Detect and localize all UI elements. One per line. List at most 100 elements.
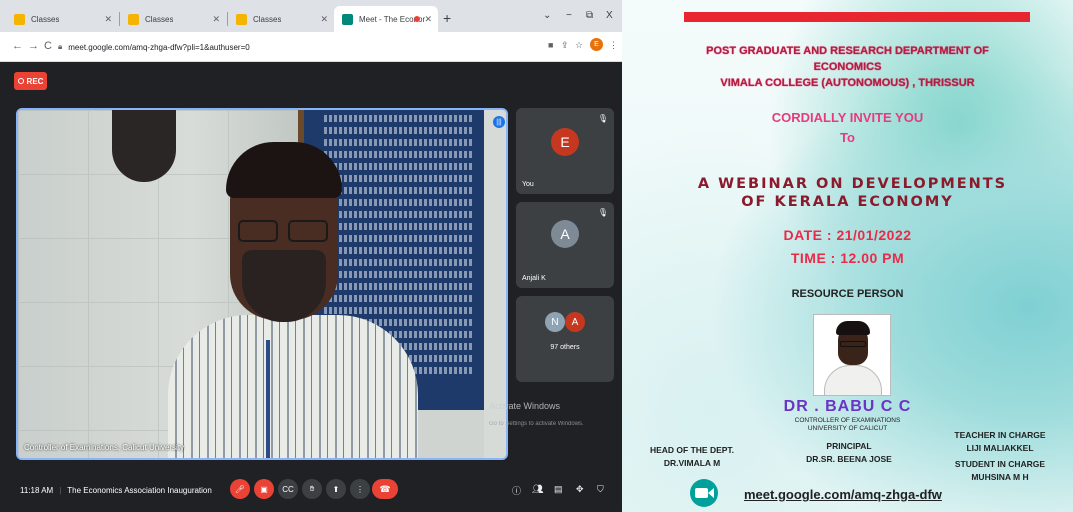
meet-link[interactable]: meet.google.com/amq-zhga-dfw (744, 487, 942, 502)
camera-icon[interactable]: ■ (548, 40, 553, 50)
speaker-name: DR . BABU C C (783, 398, 912, 415)
meet-icon (342, 13, 353, 25)
speaker-role-1: CONTROLLER OF EXAMINATIONS (794, 417, 901, 424)
activate-windows-watermark: Activate Windows (489, 401, 561, 411)
hod-credit: HEAD OF THE DEPT. DR.VIMALA M (632, 444, 752, 470)
profile-avatar[interactable]: E (590, 38, 603, 51)
hod-name: DR.VIMALA M (663, 458, 721, 468)
close-window-button[interactable]: X (606, 10, 613, 21)
classroom-icon (14, 13, 25, 25)
url-field[interactable]: 🔒︎ meet.google.com/amq-zhga-dfw?pli=1&au… (58, 38, 518, 56)
close-icon[interactable]: ✕ (424, 14, 432, 25)
participant-name: You (522, 181, 534, 188)
restore-button[interactable]: ⧉ (586, 10, 593, 21)
participant-tile-anjali[interactable]: A 🎙︎ Anjali K (516, 202, 614, 288)
camera-off-button[interactable]: ▣ (254, 479, 274, 499)
back-button[interactable]: ← (12, 40, 23, 52)
lock-icon: 🔒︎ (58, 42, 63, 51)
forward-button[interactable]: → (28, 40, 39, 52)
recording-badge: REC (14, 72, 47, 90)
present-icon: ⬆ (332, 484, 340, 494)
tab-title: Classes (253, 14, 282, 24)
bookmark-star-icon[interactable]: ☆ (575, 40, 583, 51)
leave-call-button[interactable]: ☎︎ (372, 479, 398, 499)
main-speaker-tile[interactable]: Controller of Examinations, Calicut Univ… (16, 108, 508, 460)
mic-muted-icon: 🎙︎ (597, 114, 608, 123)
participant-name: Anjali K (522, 275, 546, 282)
camera-off-icon: ▣ (260, 484, 268, 494)
minimize-button[interactable]: − (566, 10, 572, 21)
hand-icon: ✋︎ (309, 484, 315, 493)
classroom-icon (128, 13, 139, 25)
share-icon[interactable]: ⇪ (561, 40, 569, 51)
captions-button[interactable]: CC (278, 479, 298, 499)
teacher-title: TEACHER IN CHARGE (954, 430, 1046, 440)
principal-title: PRINCIPAL (826, 441, 872, 451)
tab-title: Classes (31, 14, 60, 24)
student-title: STUDENT IN CHARGE (954, 459, 1046, 469)
tab-search-icon[interactable]: ⌄ (543, 10, 551, 21)
avatar: A (565, 312, 585, 332)
meeting-details: 11:18 AM | The Economics Association Inaug… (20, 486, 212, 495)
invite-to: To (840, 130, 855, 145)
student-name: MUHSINA M H (971, 472, 1029, 482)
mic-muted-icon: 🎙︎ (597, 208, 608, 217)
speaker-name-label: Controller of Examinations, Calicut Univ… (24, 443, 185, 452)
new-tab-button[interactable]: + (443, 10, 451, 26)
people-icon[interactable]: 👥︎ (532, 484, 543, 495)
phone-hangup-icon: ☎︎ (379, 483, 391, 494)
menu-dots-icon[interactable]: ⋮ (609, 40, 618, 51)
tab-classes-2[interactable]: Classes ✕ (120, 6, 226, 32)
chat-icon[interactable]: ▤ (554, 484, 563, 495)
rec-label: REC (26, 76, 44, 86)
webinar-title-2: OF KERALA ECONOMY (741, 194, 954, 210)
mic-off-button[interactable]: 🎤︎ (230, 479, 250, 499)
tab-classes-3[interactable]: Classes ✕ (228, 6, 334, 32)
info-icon[interactable]: ⓘ (512, 484, 521, 497)
meeting-title: The Economics Association Inauguration (67, 486, 212, 495)
wall-clock (112, 110, 176, 182)
poster-top-bar (684, 12, 1030, 22)
dept-line-1: POST GRADUATE AND RESEARCH DEPARTMENT OF (706, 45, 989, 57)
close-icon[interactable]: ✕ (320, 14, 328, 25)
tab-classes-1[interactable]: Classes ✕ (6, 6, 118, 32)
avatar: N (545, 312, 565, 332)
recording-dot-icon (414, 16, 420, 22)
hod-title: HEAD OF THE DEPT. (649, 445, 735, 455)
principal-name: DR.SR. BEENA JOSE (806, 454, 892, 464)
teacher-credit: TEACHER IN CHARGE LIJI MALIAKKEL (938, 429, 1062, 455)
speaking-indicator-icon: ||| (493, 116, 505, 128)
browser-window: Classes ✕ Classes ✕ Classes ✕ Meet - The… (0, 0, 622, 512)
participant-tile-others[interactable]: N A 97 others (516, 296, 614, 382)
webinar-title-1: A WEBINAR ON DEVELOPMENTS (697, 176, 1008, 192)
event-date: DATE : 21/01/2022 (783, 227, 912, 243)
others-count: 97 others (550, 344, 580, 351)
more-options-button[interactable]: ⋮ (350, 479, 370, 499)
dept-line-2: ECONOMICS (813, 61, 882, 73)
activities-icon[interactable]: ✥ (576, 484, 584, 495)
event-time: TIME : 12.00 PM (790, 250, 905, 266)
raise-hand-button[interactable]: ✋︎ (302, 479, 322, 499)
student-credit: STUDENT IN CHARGE MUHSINA M H (938, 458, 1062, 484)
address-bar: ← → C 🔒︎ meet.google.com/amq-zhga-dfw?pl… (0, 32, 622, 62)
meet-control-bar: 11:18 AM | The Economics Association Inaug… (0, 466, 622, 512)
reload-button[interactable]: C (44, 40, 52, 52)
tab-meet[interactable]: Meet - The Economics Associ ✕ (334, 6, 438, 32)
mic-off-icon: 🎤︎ (234, 484, 246, 494)
webinar-poster: POST GRADUATE AND RESEARCH DEPARTMENT OF… (622, 0, 1073, 512)
speaker-video (168, 140, 418, 458)
screen: Classes ✕ Classes ✕ Classes ✕ Meet - The… (0, 0, 1073, 512)
captions-icon: CC (282, 484, 294, 494)
present-button[interactable]: ⬆ (326, 479, 346, 499)
tab-title: Classes (145, 14, 174, 24)
principal-credit: PRINCIPAL DR.SR. BEENA JOSE (784, 440, 914, 466)
close-icon[interactable]: ✕ (104, 14, 112, 25)
host-controls-icon[interactable]: ⛉ (597, 484, 604, 495)
activate-windows-subtext: Go to Settings to activate Windows. (489, 421, 584, 427)
classroom-icon (236, 13, 247, 25)
avatar: A (551, 220, 579, 248)
avatar: E (551, 128, 579, 156)
close-icon[interactable]: ✕ (212, 14, 220, 25)
more-dots-icon: ⋮ (356, 484, 364, 494)
participant-tile-you[interactable]: E 🎙︎ You (516, 108, 614, 194)
